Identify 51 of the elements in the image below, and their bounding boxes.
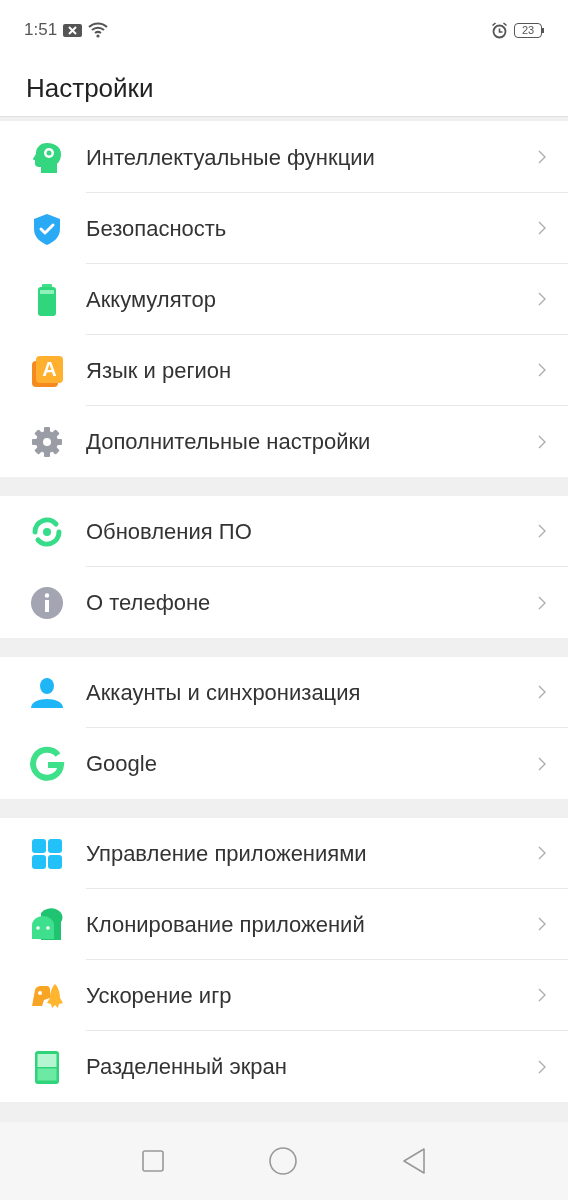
item-label: Интеллектуальные функции <box>86 143 376 172</box>
chevron-right-icon <box>538 1059 546 1074</box>
item-label: Управление приложениями <box>86 839 368 868</box>
item-label: Разделенный экран <box>86 1053 288 1081</box>
info-icon <box>29 584 65 621</box>
chevron-right-icon <box>538 524 546 538</box>
settings-item[interactable]: Google <box>0 728 568 799</box>
settings-item[interactable]: Ускорение игр <box>0 960 568 1031</box>
item-label: Аккумулятор <box>86 285 217 314</box>
settings-item[interactable]: Дополнительные настройки <box>0 406 568 477</box>
recent-apps-icon[interactable] <box>141 1149 166 1173</box>
chevron-right-icon <box>538 846 546 860</box>
wifi-icon <box>88 22 109 38</box>
chevron-right-icon <box>538 685 546 699</box>
chevron-right-icon <box>538 292 546 306</box>
home-icon[interactable] <box>268 1146 298 1176</box>
settings-item[interactable]: Аккаунты и синхронизация <box>0 657 568 728</box>
alarm-icon <box>491 21 508 39</box>
item-label: Google <box>86 750 158 778</box>
battery-indicator: 23 <box>514 22 544 38</box>
item-label: Язык и регион <box>86 356 233 385</box>
android-icon <box>29 906 65 943</box>
settings-item[interactable]: Обновления ПО <box>0 496 568 567</box>
settings-item[interactable]: Управление приложениями <box>0 818 568 889</box>
settings-item[interactable]: Аккумулятор <box>0 264 568 335</box>
chevron-right-icon <box>538 150 546 164</box>
settings-item[interactable]: Безопасность <box>0 193 568 264</box>
chevron-right-icon <box>538 221 546 235</box>
chevron-right-icon <box>538 434 546 449</box>
item-label: Ускорение игр <box>86 981 233 1010</box>
item-label: Клонирование приложений <box>86 910 366 939</box>
item-label: Безопасность <box>86 214 228 243</box>
chevron-right-icon <box>538 756 546 771</box>
item-label: Дополнительные настройки <box>86 428 372 456</box>
chevron-right-icon <box>538 363 546 377</box>
settings-item[interactable]: Клонирование приложений <box>0 889 568 960</box>
back-icon[interactable] <box>400 1147 427 1175</box>
settings-item[interactable]: Интеллектуальные функции <box>0 122 568 193</box>
page-title: Настройки <box>26 71 154 105</box>
settings-item[interactable]: Разделенный экран <box>0 1031 568 1102</box>
clock: 1:51 <box>24 19 58 42</box>
chevron-right-icon <box>538 917 546 931</box>
item-label: О телефоне <box>86 589 212 617</box>
chevron-right-icon <box>538 988 546 1002</box>
g-logo-icon <box>29 745 65 782</box>
settings-item[interactable]: A Язык и регион <box>0 335 568 406</box>
no-sim-icon <box>63 23 83 37</box>
settings-item[interactable]: О телефоне <box>0 567 568 638</box>
item-label: Обновления ПО <box>86 517 253 546</box>
item-label: Аккаунты и синхронизация <box>86 678 362 707</box>
chevron-right-icon <box>538 595 546 610</box>
